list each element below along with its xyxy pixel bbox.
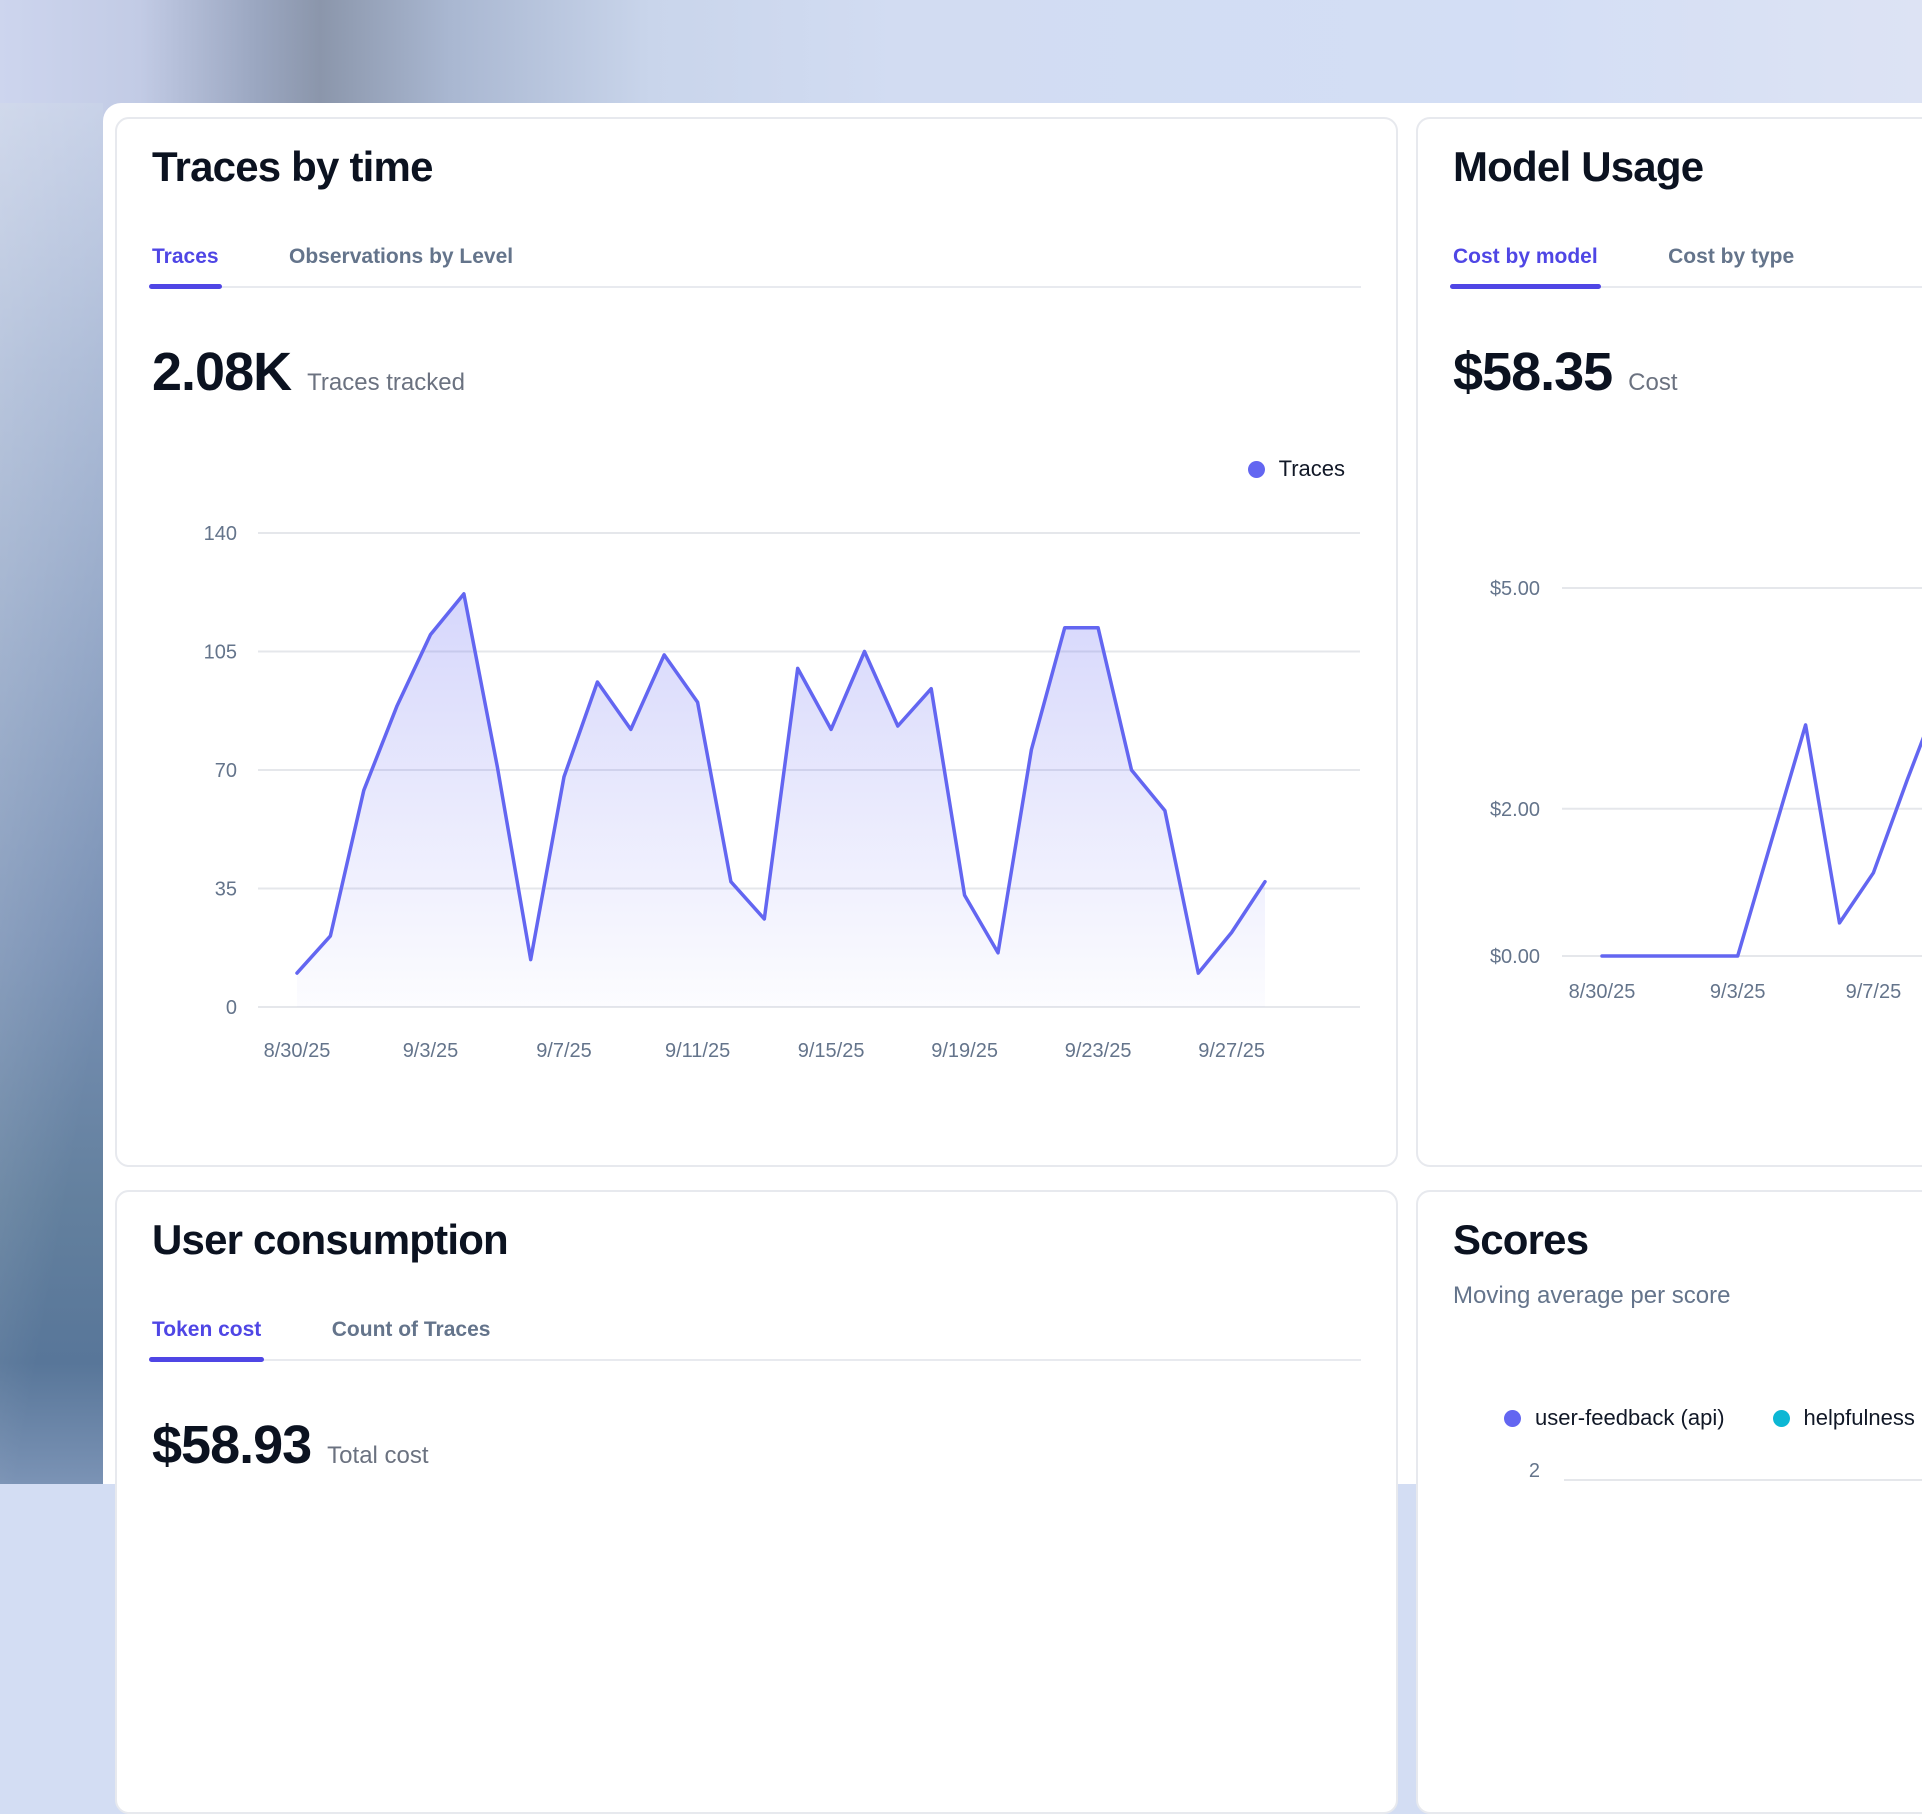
x-axis-tick-label: 9/3/25 bbox=[1710, 981, 1766, 1003]
y-axis-tick-label: 0 bbox=[226, 997, 237, 1019]
user-consumption-card: User consumption Token cost Count of Tra… bbox=[115, 1190, 1398, 1814]
total-cost-value: $58.93 bbox=[152, 1414, 311, 1476]
y-axis-tick-label: 140 bbox=[204, 523, 237, 545]
x-axis-tick-label: 8/30/25 bbox=[1569, 981, 1636, 1003]
total-cost-label: Total cost bbox=[327, 1442, 428, 1470]
card-title-scores: Scores bbox=[1453, 1216, 1588, 1264]
user-consumption-stat: $58.93 Total cost bbox=[152, 1414, 429, 1476]
legend-dot-user-feedback-icon bbox=[1504, 1410, 1521, 1427]
x-axis-tick-label: 8/30/25 bbox=[264, 1040, 331, 1062]
legend-item-helpfulness: helpfulness bbox=[1773, 1405, 1915, 1431]
x-axis-tick-label: 9/23/25 bbox=[1065, 1040, 1132, 1062]
y-axis-tick-label: 35 bbox=[215, 879, 237, 901]
background-wallpaper-left bbox=[0, 103, 103, 1484]
x-axis-tick-label: 9/11/25 bbox=[665, 1040, 730, 1062]
scores-y-axis-tick-label: 2 bbox=[1418, 1460, 1540, 1483]
y-axis-tick-label: $0.00 bbox=[1490, 946, 1540, 968]
x-axis-tick-label: 9/7/25 bbox=[1846, 981, 1902, 1003]
x-axis-tick-label: 9/15/25 bbox=[798, 1040, 865, 1062]
model-usage-card: Model Usage Cost by model Cost by type $… bbox=[1416, 117, 1922, 1167]
legend-item-user-feedback: user-feedback (api) bbox=[1504, 1405, 1725, 1431]
x-axis-tick-label: 9/7/25 bbox=[536, 1040, 592, 1062]
user-consumption-tab-bar: Token cost Count of Traces bbox=[152, 1318, 1361, 1361]
legend-dot-helpfulness-icon bbox=[1773, 1410, 1790, 1427]
traces-by-time-chart: 0 35 70 105 140 8/30/25 9/3/25 9/7/25 9/11/25 9/1… bbox=[117, 119, 1392, 1161]
scores-card: Scores Moving average per score user-fee… bbox=[1416, 1190, 1922, 1814]
scores-subtitle: Moving average per score bbox=[1453, 1282, 1730, 1310]
legend-label-helpfulness: helpfulness bbox=[1804, 1405, 1915, 1431]
line-series bbox=[1602, 691, 1922, 956]
dashboard-surface: Traces by time Traces Observations by Le… bbox=[103, 103, 1922, 1484]
tab-token-cost[interactable]: Token cost bbox=[152, 1318, 261, 1359]
model-usage-chart: $0.00 $2.00 $5.00 8/30/25 9/3/25 9/7/25 bbox=[1418, 119, 1922, 1161]
traces-by-time-card: Traces by time Traces Observations by Le… bbox=[115, 117, 1398, 1167]
y-axis-tick-label: $2.00 bbox=[1490, 799, 1540, 821]
y-axis-tick-label: $5.00 bbox=[1490, 578, 1540, 600]
tab-count-of-traces[interactable]: Count of Traces bbox=[332, 1318, 491, 1359]
card-title-user-consumption: User consumption bbox=[152, 1216, 508, 1264]
scores-gridline bbox=[1564, 1479, 1922, 1481]
legend-label-user-feedback: user-feedback (api) bbox=[1535, 1405, 1725, 1431]
y-axis-tick-label: 70 bbox=[215, 760, 237, 782]
x-axis-tick-label: 9/27/25 bbox=[1198, 1040, 1265, 1062]
x-axis-tick-label: 9/3/25 bbox=[403, 1040, 459, 1062]
x-axis-tick-label: 9/19/25 bbox=[931, 1040, 998, 1062]
scores-chart-legend: user-feedback (api) helpfulness bbox=[1504, 1405, 1915, 1431]
y-axis-tick-label: 105 bbox=[204, 642, 237, 664]
